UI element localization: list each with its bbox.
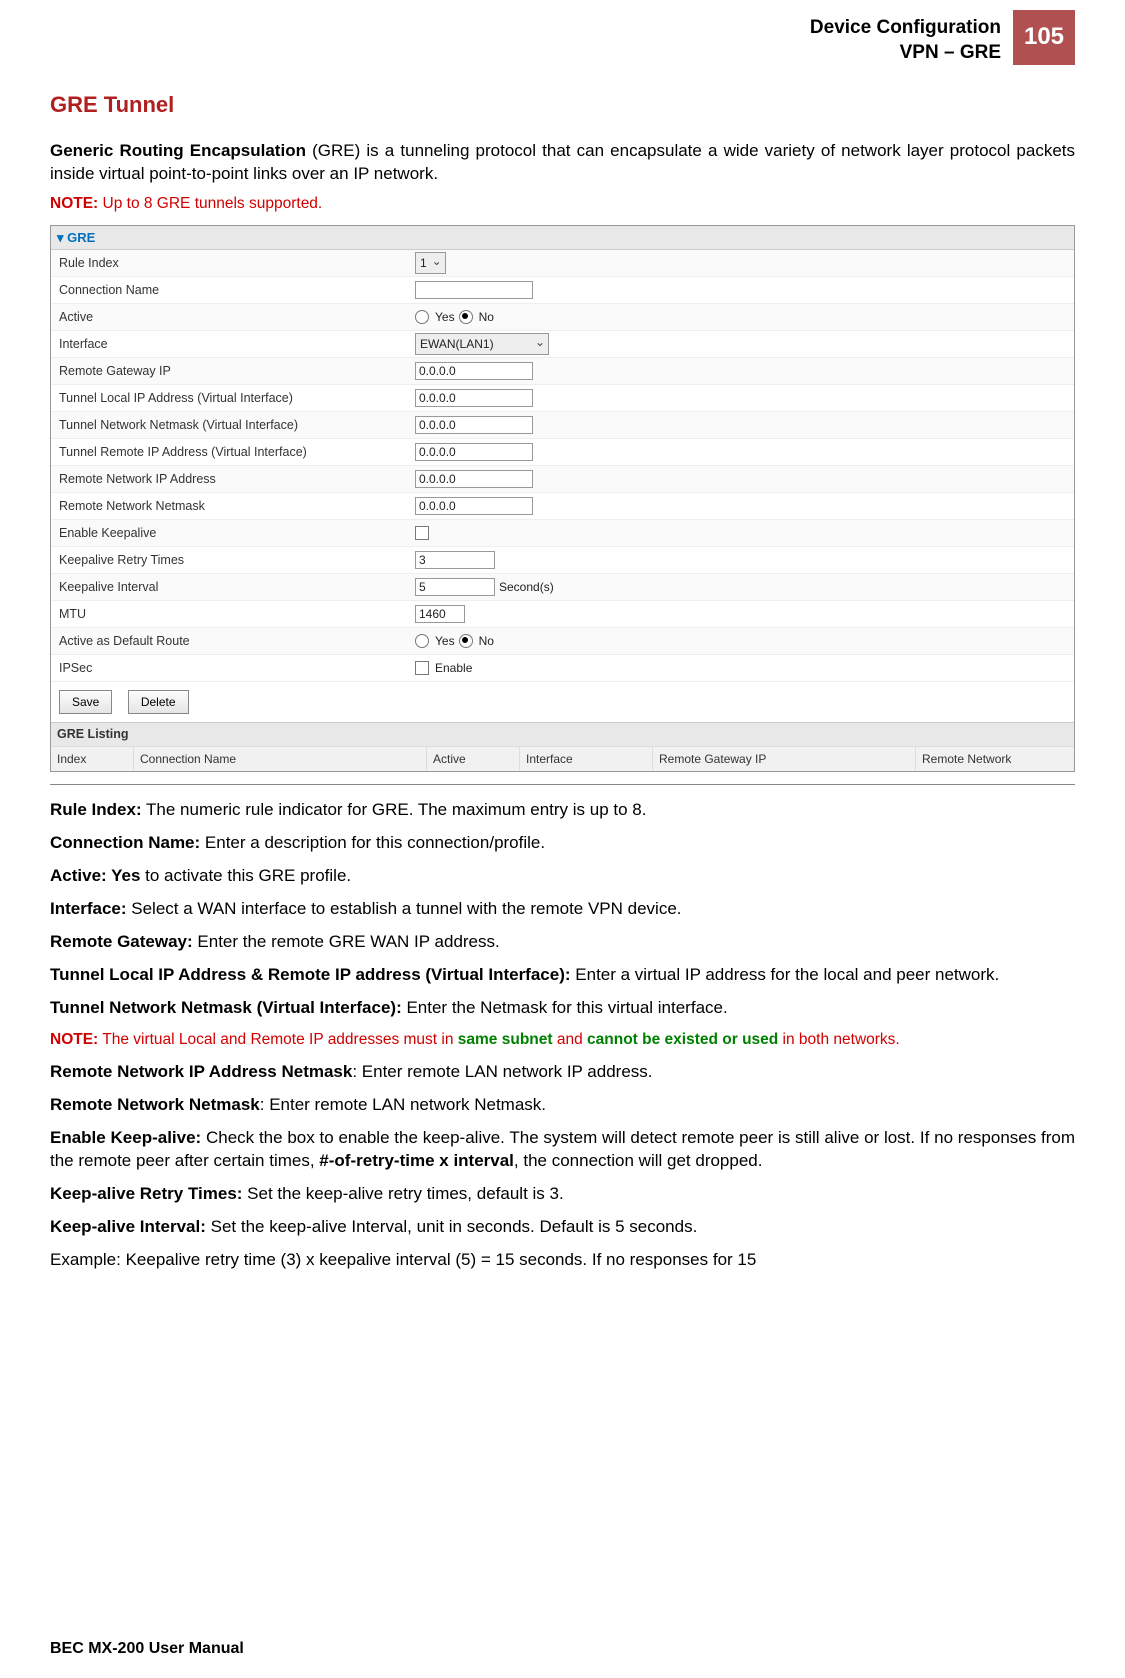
header-line2: VPN – GRE [810, 41, 1001, 66]
tunnel-netmask-input[interactable]: 0.0.0.0 [415, 416, 533, 434]
connection-name-input[interactable] [415, 281, 533, 299]
remote-network-ip-input[interactable]: 0.0.0.0 [415, 470, 533, 488]
row-tunnel-local-ip: Tunnel Local IP Address (Virtual Interfa… [51, 385, 1074, 412]
keepalive-interval-input[interactable]: 5 [415, 578, 495, 596]
page-header: Device Configuration VPN – GRE 105 [50, 10, 1075, 65]
listing-title: GRE Listing [51, 722, 1074, 746]
interface-select[interactable]: EWAN(LAN1) [415, 333, 549, 355]
ipsec-checkbox[interactable] [415, 661, 429, 675]
panel-title: GRE [51, 226, 1074, 251]
tunnel-local-ip-input[interactable]: 0.0.0.0 [415, 389, 533, 407]
row-default-route: Active as Default Route Yes No [51, 628, 1074, 655]
defroute-no-radio[interactable] [459, 634, 473, 648]
save-button[interactable]: Save [59, 690, 112, 714]
row-connection-name: Connection Name [51, 277, 1074, 304]
row-rule-index: Rule Index 1 [51, 250, 1074, 277]
row-enable-keepalive: Enable Keepalive [51, 520, 1074, 547]
section-title: GRE Tunnel [50, 90, 1075, 120]
listing-header: Index Connection Name Active Interface R… [51, 746, 1074, 771]
active-no-radio[interactable] [459, 310, 473, 324]
intro-bold: Generic Routing Encapsulation [50, 141, 306, 160]
row-interface: Interface EWAN(LAN1) [51, 331, 1074, 358]
keepalive-checkbox[interactable] [415, 526, 429, 540]
divider [50, 784, 1075, 785]
rule-index-select[interactable]: 1 [415, 252, 446, 274]
gre-form-screenshot: GRE Rule Index 1 Connection Name Active … [50, 225, 1075, 773]
mtu-input[interactable]: 1460 [415, 605, 465, 623]
header-line1: Device Configuration [810, 16, 1001, 41]
row-mtu: MTU 1460 [51, 601, 1074, 628]
row-keepalive-retry: Keepalive Retry Times 3 [51, 547, 1074, 574]
tunnel-remote-ip-input[interactable]: 0.0.0.0 [415, 443, 533, 461]
intro-paragraph: Generic Routing Encapsulation (GRE) is a… [50, 140, 1075, 186]
row-tunnel-remote-ip: Tunnel Remote IP Address (Virtual Interf… [51, 439, 1074, 466]
row-remote-gateway-ip: Remote Gateway IP 0.0.0.0 [51, 358, 1074, 385]
row-keepalive-interval: Keepalive Interval 5Second(s) [51, 574, 1074, 601]
example-line: Example: Keepalive retry time (3) x keep… [50, 1249, 1075, 1272]
active-yes-radio[interactable] [415, 310, 429, 324]
row-remote-network-netmask: Remote Network Netmask 0.0.0.0 [51, 493, 1074, 520]
keepalive-retry-input[interactable]: 3 [415, 551, 495, 569]
row-remote-network-ip: Remote Network IP Address 0.0.0.0 [51, 466, 1074, 493]
delete-button[interactable]: Delete [128, 690, 189, 714]
note-text: Up to 8 GRE tunnels supported. [98, 195, 322, 212]
row-active: Active Yes No [51, 304, 1074, 331]
remote-network-netmask-input[interactable]: 0.0.0.0 [415, 497, 533, 515]
defroute-yes-radio[interactable] [415, 634, 429, 648]
row-tunnel-netmask: Tunnel Network Netmask (Virtual Interfac… [51, 412, 1074, 439]
remote-gateway-input[interactable]: 0.0.0.0 [415, 362, 533, 380]
definitions: Rule Index: The numeric rule indicator f… [50, 799, 1075, 1271]
row-ipsec: IPSec Enable [51, 655, 1074, 682]
note-label: NOTE: [50, 195, 98, 212]
footer-text: BEC MX-200 User Manual [50, 1638, 244, 1660]
page-number-badge: 105 [1013, 10, 1075, 65]
note-subnet: NOTE: The virtual Local and Remote IP ad… [50, 1030, 1075, 1051]
note-top: NOTE: Up to 8 GRE tunnels supported. [50, 194, 1075, 215]
